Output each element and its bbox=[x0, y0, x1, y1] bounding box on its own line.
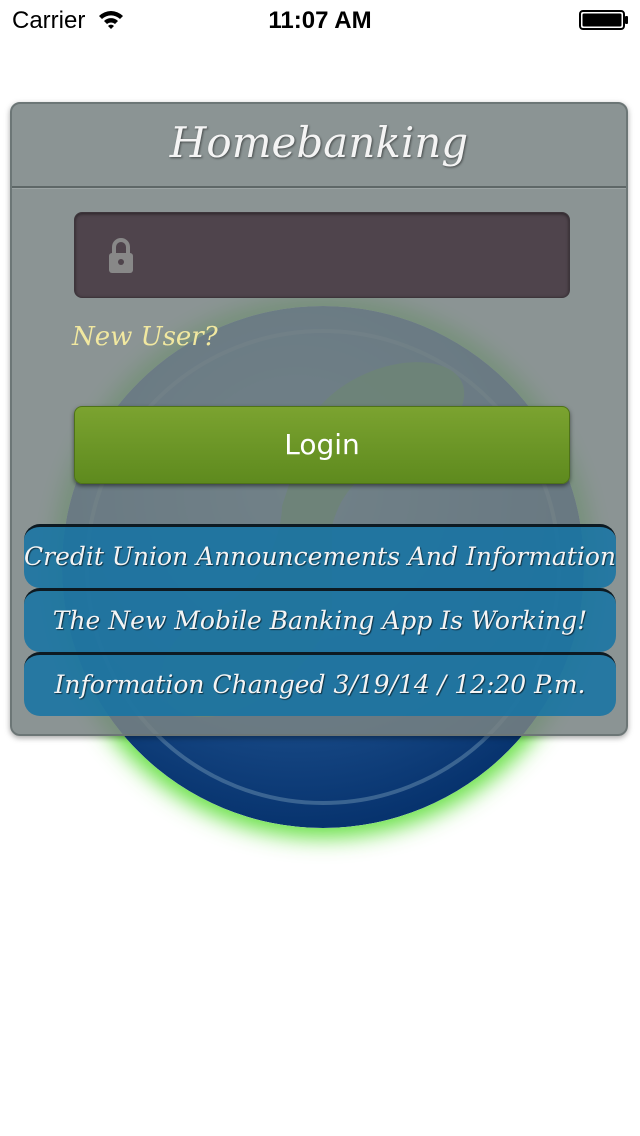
login-panel: Homebanking New User? Login Credit Union… bbox=[10, 102, 628, 736]
login-button[interactable]: Login bbox=[74, 406, 570, 484]
new-user-link[interactable]: New User? bbox=[72, 322, 218, 352]
password-field[interactable] bbox=[74, 212, 570, 299]
battery-icon bbox=[579, 10, 628, 30]
title-divider bbox=[12, 186, 626, 188]
announcement-item[interactable]: Credit Union Announcements And Informati… bbox=[24, 524, 616, 588]
status-time: 11:07 AM bbox=[268, 7, 372, 34]
announcement-item[interactable]: The New Mobile Banking App Is Working! bbox=[24, 588, 616, 652]
password-input[interactable] bbox=[155, 213, 559, 299]
panel-title: Homebanking bbox=[169, 118, 469, 167]
status-bar: Carrier 11:07 AM bbox=[0, 0, 640, 40]
announcement-item[interactable]: Information Changed 3/19/14 / 12:20 P.m. bbox=[24, 652, 616, 716]
lock-icon bbox=[109, 238, 133, 273]
